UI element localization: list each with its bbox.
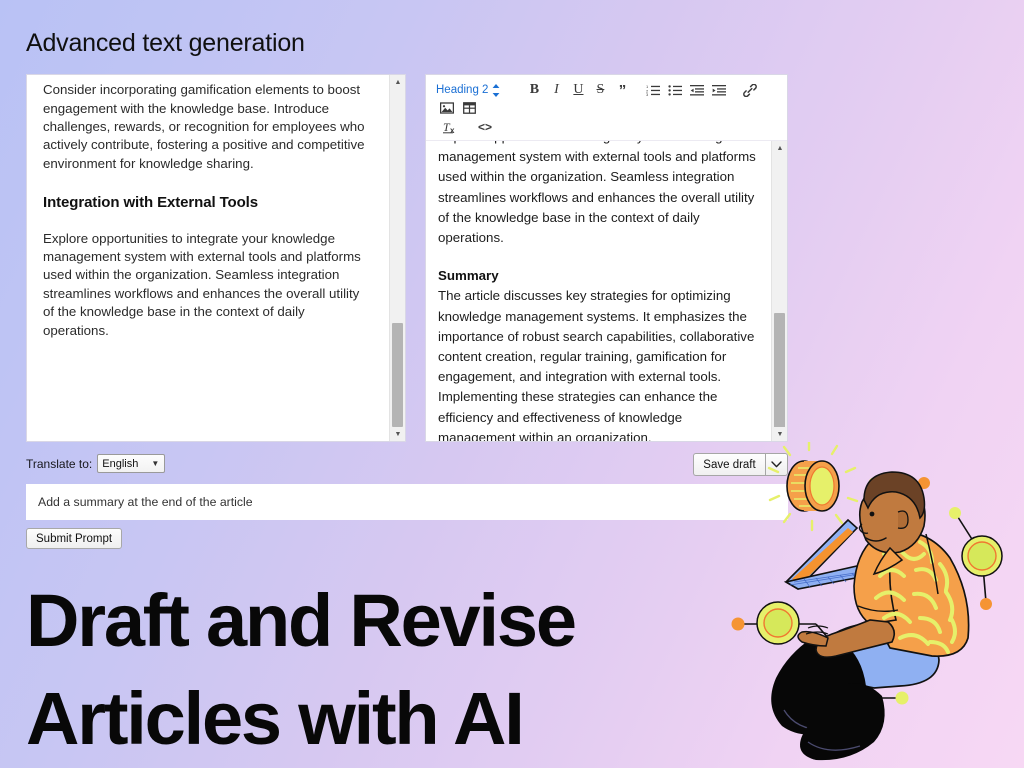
preview-scrollbar-thumb[interactable] bbox=[392, 323, 403, 427]
editor-row: Gamification Consider incorporating gami… bbox=[26, 74, 788, 442]
ring-node-right bbox=[961, 535, 1003, 577]
table-icon bbox=[462, 102, 476, 114]
translate-control-group: Translate to: English ▼ bbox=[26, 454, 166, 473]
article-preview-scroll-area[interactable]: Gamification Consider incorporating gami… bbox=[27, 75, 389, 441]
jeans-crease bbox=[841, 637, 891, 653]
sleeve-cuff bbox=[857, 605, 899, 613]
collar bbox=[872, 546, 904, 576]
bold-button[interactable]: B bbox=[524, 81, 544, 99]
eye bbox=[869, 511, 875, 517]
outdent-icon bbox=[690, 85, 705, 96]
scroll-up-arrow-icon[interactable]: ▲ bbox=[390, 75, 405, 89]
shirt-sleeve bbox=[853, 537, 897, 625]
nose bbox=[858, 523, 869, 535]
boot-back-seam bbox=[783, 709, 861, 731]
controls-row: Translate to: English ▼ Save draft bbox=[26, 453, 788, 477]
strikethrough-button[interactable]: S bbox=[590, 81, 610, 99]
laptop-icon bbox=[783, 518, 874, 591]
link-icon bbox=[743, 83, 758, 97]
marketing-headline: Draft and Revise Articles with AI bbox=[26, 572, 666, 768]
translate-language-select[interactable]: English ▼ bbox=[97, 454, 166, 473]
boot-front-seam bbox=[807, 741, 861, 751]
heading-style-label: Heading 2 bbox=[436, 84, 489, 96]
editor-scroll-area[interactable]: Explore opportunities to integrate your … bbox=[426, 141, 771, 441]
editor-content-area[interactable]: Explore opportunities to integrate your … bbox=[426, 141, 787, 441]
node-dot-green-right bbox=[949, 507, 961, 519]
submit-prompt-button[interactable]: Submit Prompt bbox=[26, 528, 123, 549]
editor-scrollbar-thumb[interactable] bbox=[774, 313, 785, 437]
preview-paragraph-integration: Explore opportunities to integrate your … bbox=[43, 230, 361, 338]
translate-language-value: English bbox=[102, 457, 139, 470]
chevron-down-icon: ▼ bbox=[151, 459, 160, 468]
save-draft-button[interactable]: Save draft bbox=[693, 453, 765, 476]
clear-format-icon: T x bbox=[443, 120, 455, 134]
node-dot-green-bottom bbox=[895, 691, 909, 705]
editor-toolbar: Heading 2 B I U S ” 1 2 3 T x <> bbox=[426, 75, 787, 141]
insert-image-button[interactable] bbox=[437, 99, 457, 117]
ear bbox=[897, 510, 909, 529]
ordered-list-icon: 1 2 3 bbox=[646, 84, 661, 96]
outdent-button[interactable] bbox=[687, 81, 707, 99]
unordered-list-button[interactable] bbox=[665, 81, 685, 99]
head bbox=[858, 480, 926, 554]
prompt-input[interactable]: Add a summary at the end of the article bbox=[26, 484, 788, 520]
node-dot-orange-left bbox=[731, 617, 745, 631]
page-title: Advanced text generation bbox=[26, 29, 305, 57]
chevron-down-icon bbox=[771, 461, 782, 468]
insert-table-button[interactable] bbox=[459, 99, 479, 117]
node-dot-green-top bbox=[868, 477, 880, 489]
italic-button[interactable]: I bbox=[546, 81, 566, 99]
insert-link-button[interactable] bbox=[740, 81, 760, 99]
editor-vertical-scrollbar[interactable]: ▲ ▼ bbox=[771, 141, 787, 441]
scroll-down-arrow-icon[interactable]: ▼ bbox=[772, 427, 787, 441]
headline-line-2: Articles with AI bbox=[26, 677, 525, 760]
node-dot-orange-top bbox=[918, 477, 930, 489]
preview-heading-integration: Integration with External Tools bbox=[43, 194, 258, 212]
unordered-list-icon bbox=[668, 85, 683, 96]
underline-button[interactable]: U bbox=[568, 81, 588, 99]
save-draft-split-button: Save draft bbox=[693, 453, 788, 476]
hand bbox=[797, 630, 829, 647]
boot-front bbox=[800, 683, 885, 761]
save-draft-dropdown-toggle[interactable] bbox=[765, 453, 788, 476]
ring-node-left bbox=[756, 601, 800, 645]
rich-text-editor-panel[interactable]: Heading 2 B I U S ” 1 2 3 T x <> managem… bbox=[425, 74, 788, 442]
mouth bbox=[865, 537, 887, 542]
shirt-torso bbox=[873, 530, 970, 658]
prompt-input-value: Add a summary at the end of the article bbox=[38, 495, 253, 509]
jeans-cuff bbox=[823, 677, 850, 715]
ordered-list-button[interactable]: 1 2 3 bbox=[643, 81, 663, 99]
indent-button[interactable] bbox=[709, 81, 729, 99]
source-code-button[interactable]: <> bbox=[472, 118, 498, 136]
article-preview-panel[interactable]: Gamification Consider incorporating gami… bbox=[26, 74, 406, 442]
shirt-pattern bbox=[874, 540, 957, 654]
indent-icon bbox=[712, 85, 727, 96]
scroll-down-arrow-icon[interactable]: ▼ bbox=[390, 427, 405, 441]
hair bbox=[863, 471, 926, 520]
finger-lines bbox=[805, 625, 829, 635]
updown-chevron-icon bbox=[493, 83, 500, 97]
svg-text:3: 3 bbox=[646, 92, 649, 96]
editor-paragraph-integration: Explore opportunities to integrate your … bbox=[438, 141, 756, 246]
image-icon bbox=[440, 102, 454, 114]
boot-back bbox=[771, 638, 866, 735]
heading-style-dropdown[interactable]: Heading 2 bbox=[436, 81, 500, 99]
editor-summary-heading: Summary bbox=[438, 268, 499, 284]
shirt-placket bbox=[925, 533, 939, 595]
headline-line-1: Draft and Revise bbox=[26, 579, 577, 662]
node-dot-orange-right bbox=[980, 598, 992, 610]
scroll-up-arrow-icon[interactable]: ▲ bbox=[772, 141, 787, 155]
preview-vertical-scrollbar[interactable]: ▲ ▼ bbox=[389, 75, 405, 441]
translate-label: Translate to: bbox=[26, 456, 93, 471]
forearm bbox=[815, 619, 896, 658]
clear-formatting-button[interactable]: T x bbox=[441, 118, 461, 136]
preview-paragraph-gamification: Consider incorporating gamification elem… bbox=[43, 82, 365, 171]
jeans-shape bbox=[826, 622, 940, 689]
editor-summary-body: The article discusses key strategies for… bbox=[438, 288, 755, 441]
blockquote-button[interactable]: ” bbox=[612, 81, 632, 99]
